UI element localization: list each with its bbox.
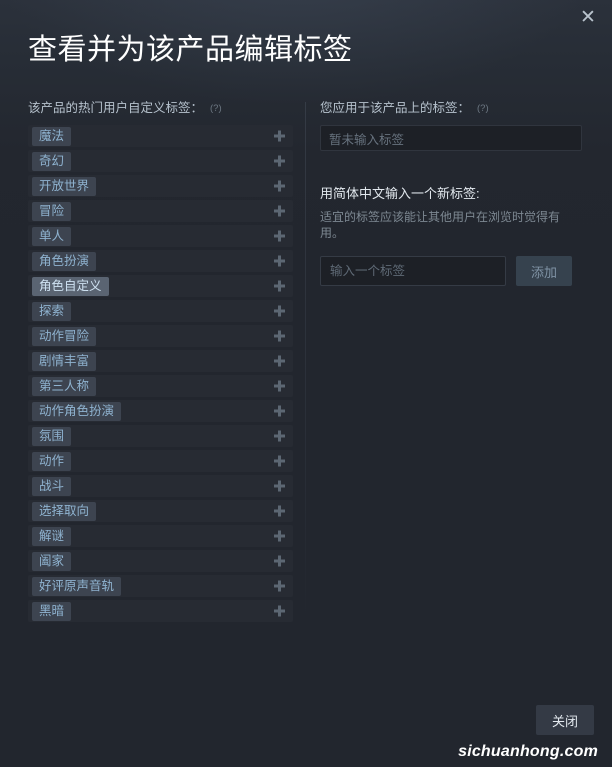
tag-row[interactable]: 角色扮演 <box>28 250 293 272</box>
tag-row[interactable]: 开放世界 <box>28 175 293 197</box>
dialog-header: ✕ 查看并为该产品编辑标签 <box>0 0 612 100</box>
tag-pill-label: 选择取向 <box>32 501 97 521</box>
tag-pill-label: 开放世界 <box>32 176 97 196</box>
tag-pill-label: 第三人称 <box>32 376 97 396</box>
tag-row[interactable]: 剧情丰富 <box>28 350 293 372</box>
new-tag-heading: 用简体中文输入一个新标签: <box>320 186 480 201</box>
tag-row[interactable]: 奇幻 <box>28 150 293 172</box>
close-icon[interactable]: ✕ <box>574 3 602 31</box>
tag-pill-label: 氛围 <box>32 426 72 446</box>
plus-icon[interactable] <box>274 255 285 267</box>
dialog-footer: 关闭 <box>536 705 594 735</box>
new-tag-description: 适宜的标签应该能让其他用户在浏览时觉得有用。 <box>320 210 561 240</box>
plus-icon[interactable] <box>274 555 285 567</box>
edit-tags-dialog: ✕ 查看并为该产品编辑标签 该产品的热门用户自定义标签： (?) 魔法奇幻开放世界… <box>0 0 612 767</box>
applied-tags-box[interactable]: 暂未输入标签 <box>320 125 582 151</box>
new-tag-input-row: 添加 <box>320 256 582 286</box>
popular-tags-panel: 该产品的热门用户自定义标签： (?) 魔法奇幻开放世界冒险单人角色扮演角色自定义探… <box>28 100 293 625</box>
tag-pill-label: 探索 <box>32 301 72 321</box>
plus-icon[interactable] <box>274 330 285 342</box>
tag-row[interactable]: 冒险 <box>28 200 293 222</box>
tag-pill-label: 角色自定义 <box>32 276 109 296</box>
tag-row[interactable]: 阖家 <box>28 550 293 572</box>
tag-row[interactable]: 探索 <box>28 300 293 322</box>
popular-tags-list: 魔法奇幻开放世界冒险单人角色扮演角色自定义探索动作冒险剧情丰富第三人称动作角色扮… <box>28 125 293 622</box>
tag-pill-label: 剧情丰富 <box>32 351 97 371</box>
help-icon-applied-tags[interactable]: (?) <box>477 101 489 117</box>
tag-row[interactable]: 动作冒险 <box>28 325 293 347</box>
applied-tags-empty-text: 暂未输入标签 <box>329 132 405 147</box>
tag-row[interactable]: 第三人称 <box>28 375 293 397</box>
tag-pill-label: 角色扮演 <box>32 251 97 271</box>
tag-row[interactable]: 氛围 <box>28 425 293 447</box>
tag-row[interactable]: 动作角色扮演 <box>28 400 293 422</box>
plus-icon[interactable] <box>274 180 285 192</box>
column-divider <box>305 102 306 622</box>
tag-pill-label: 动作冒险 <box>32 326 97 346</box>
plus-icon[interactable] <box>274 530 285 542</box>
applied-tags-label: 您应用于该产品上的标签： (?) <box>320 100 582 117</box>
tag-row[interactable]: 角色自定义 <box>28 275 293 297</box>
tag-pill-label: 动作 <box>32 451 72 471</box>
plus-icon[interactable] <box>274 580 285 592</box>
help-icon-popular-tags[interactable]: (?) <box>210 101 222 117</box>
plus-icon[interactable] <box>274 230 285 242</box>
dialog-body: 该产品的热门用户自定义标签： (?) 魔法奇幻开放世界冒险单人角色扮演角色自定义探… <box>0 100 612 767</box>
tag-pill-label: 魔法 <box>32 126 72 146</box>
tag-pill-label: 好评原声音轨 <box>32 576 122 596</box>
tag-row[interactable]: 魔法 <box>28 125 293 147</box>
applied-tags-panel: 您应用于该产品上的标签： (?) 暂未输入标签 用简体中文输入一个新标签: 适宜的… <box>320 100 582 286</box>
plus-icon[interactable] <box>274 430 285 442</box>
tag-pill-label: 战斗 <box>32 476 72 496</box>
add-tag-button[interactable]: 添加 <box>516 256 572 286</box>
popular-tags-label-text: 该产品的热门用户自定义标签： <box>28 101 204 115</box>
tag-pill-label: 黑暗 <box>32 601 72 621</box>
tag-pill-label: 解谜 <box>32 526 72 546</box>
tag-row[interactable]: 好评原声音轨 <box>28 575 293 597</box>
plus-icon[interactable] <box>274 155 285 167</box>
plus-icon[interactable] <box>274 380 285 392</box>
plus-icon[interactable] <box>274 205 285 217</box>
close-button[interactable]: 关闭 <box>536 705 594 735</box>
plus-icon[interactable] <box>274 280 285 292</box>
plus-icon[interactable] <box>274 355 285 367</box>
page-title: 查看并为该产品编辑标签 <box>28 34 353 66</box>
watermark: sichuanhong.com <box>458 743 598 760</box>
popular-tags-label: 该产品的热门用户自定义标签： (?) <box>28 100 293 117</box>
new-tag-input[interactable] <box>320 256 506 286</box>
tag-pill-label: 单人 <box>32 226 72 246</box>
tag-row[interactable]: 选择取向 <box>28 500 293 522</box>
plus-icon[interactable] <box>274 605 285 617</box>
tag-row[interactable]: 战斗 <box>28 475 293 497</box>
plus-icon[interactable] <box>274 305 285 317</box>
plus-icon[interactable] <box>274 405 285 417</box>
tag-pill-label: 冒险 <box>32 201 72 221</box>
tag-row[interactable]: 单人 <box>28 225 293 247</box>
tag-row[interactable]: 动作 <box>28 450 293 472</box>
tag-row[interactable]: 解谜 <box>28 525 293 547</box>
plus-icon[interactable] <box>274 480 285 492</box>
tag-pill-label: 奇幻 <box>32 151 72 171</box>
plus-icon[interactable] <box>274 455 285 467</box>
plus-icon[interactable] <box>274 130 285 142</box>
tag-pill-label: 动作角色扮演 <box>32 401 122 421</box>
tag-pill-label: 阖家 <box>32 551 72 571</box>
plus-icon[interactable] <box>274 505 285 517</box>
tag-row[interactable]: 黑暗 <box>28 600 293 622</box>
applied-tags-label-text: 您应用于该产品上的标签： <box>320 101 471 115</box>
